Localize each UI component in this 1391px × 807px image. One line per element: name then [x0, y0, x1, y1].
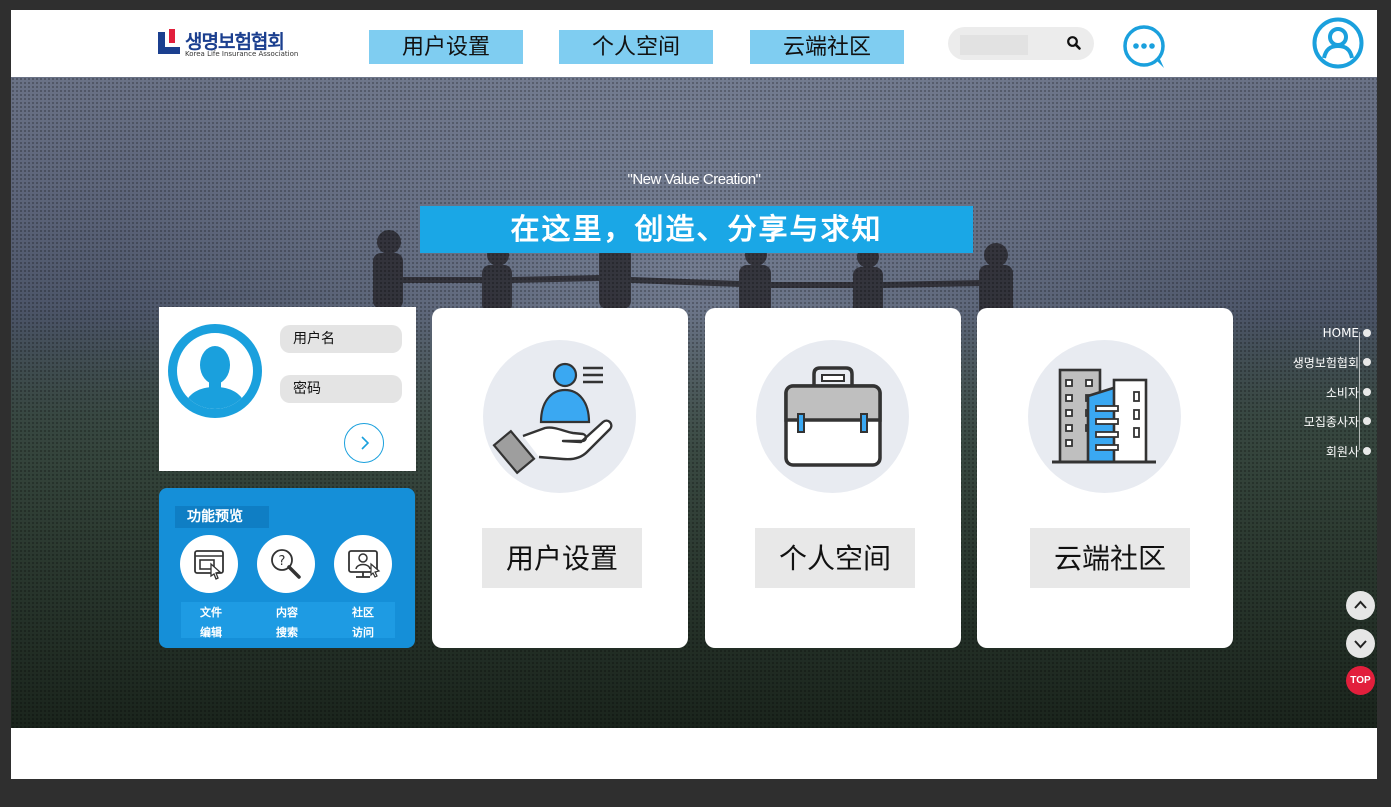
header: 생명보험협회 Korea Life Insurance Association …	[11, 10, 1377, 77]
hero-headline: 在这里，创造、分享与求知	[420, 206, 973, 253]
scroll-up-button[interactable]	[1346, 591, 1375, 620]
hand-user-icon	[492, 362, 613, 475]
card-personal-space[interactable]: 个人空间	[705, 308, 961, 648]
feature-preview-panel: 功能预览 ? 文件 编辑 内容 搜索 社区 访问	[159, 488, 415, 648]
login-submit-button[interactable]	[344, 423, 384, 463]
logo[interactable]: 생명보험협회 Korea Life Insurance Association	[158, 29, 298, 63]
hero-tagline: "New Value Creation"	[627, 171, 761, 188]
side-nav-recruiter[interactable]: 모집종사자	[1304, 412, 1371, 430]
preview-community-visit[interactable]	[334, 535, 394, 593]
nav-user-settings[interactable]: 用户设置	[369, 30, 523, 64]
side-nav-dot-icon	[1363, 329, 1371, 337]
file-edit-icon	[194, 550, 224, 580]
chat-icon[interactable]	[1121, 24, 1169, 72]
logo-subtext: Korea Life Insurance Association	[185, 50, 299, 58]
side-nav-consumer[interactable]: 소비자	[1326, 383, 1371, 401]
preview-label-community: 社区	[352, 606, 374, 619]
preview-file-edit[interactable]	[180, 535, 240, 593]
community-visit-icon	[348, 550, 381, 578]
briefcase-icon	[784, 366, 882, 467]
chevron-up-icon	[1354, 600, 1367, 609]
chevron-right-icon	[361, 436, 370, 450]
preview-label-file: 文件	[200, 606, 222, 619]
preview-label-content: 内容	[276, 606, 298, 619]
logo-mark-icon	[158, 29, 180, 54]
password-field[interactable]	[280, 375, 402, 403]
card-personal-space-label: 个人空间	[755, 528, 915, 588]
nav-cloud-community[interactable]: 云端社区	[750, 30, 904, 64]
chevron-down-icon	[1354, 640, 1367, 649]
side-nav-home[interactable]: HOME	[1323, 324, 1371, 342]
side-nav-dot-icon	[1363, 388, 1371, 396]
hero-banner: "New Value Creation" 在这里，创造、分享与求知 用户名 功能…	[11, 77, 1377, 728]
avatar-placeholder-icon	[168, 324, 262, 418]
user-account-icon[interactable]	[1311, 16, 1365, 70]
feature-preview-labels: 文件 编辑 内容 搜索 社区 访问	[181, 602, 395, 639]
side-nav-dot-icon	[1363, 447, 1371, 455]
scroll-down-button[interactable]	[1346, 629, 1375, 658]
card-cloud-community[interactable]: 云端社区	[977, 308, 1233, 648]
preview-label-search: 搜索	[276, 626, 298, 639]
nav-personal-space[interactable]: 个人空间	[559, 30, 713, 64]
search-icon[interactable]	[1066, 35, 1082, 51]
card-user-settings[interactable]: 用户设置	[432, 308, 688, 648]
content-search-icon: ?	[271, 549, 301, 579]
side-nav-dot-icon	[1363, 358, 1371, 366]
app-window: 생명보험협회 Korea Life Insurance Association …	[11, 10, 1377, 779]
feature-preview-title: 功能预览	[175, 506, 269, 528]
search-bar	[948, 27, 1094, 60]
side-nav-member[interactable]: 회원사	[1326, 442, 1371, 460]
preview-content-search[interactable]: ?	[257, 535, 317, 593]
card-user-settings-label: 用户设置	[482, 528, 642, 588]
search-input[interactable]	[960, 35, 1028, 55]
side-nav-dot-icon	[1363, 417, 1371, 425]
preview-label-visit: 访问	[352, 626, 374, 639]
back-to-top-button[interactable]: TOP	[1346, 666, 1375, 695]
card-cloud-community-label: 云端社区	[1030, 528, 1190, 588]
username-field[interactable]	[280, 325, 402, 353]
side-nav-association[interactable]: 생명보험협회	[1293, 353, 1371, 371]
preview-label-edit: 编辑	[200, 626, 222, 639]
login-panel	[159, 307, 416, 471]
buildings-icon	[1052, 368, 1156, 464]
svg-text:?: ?	[279, 554, 286, 569]
